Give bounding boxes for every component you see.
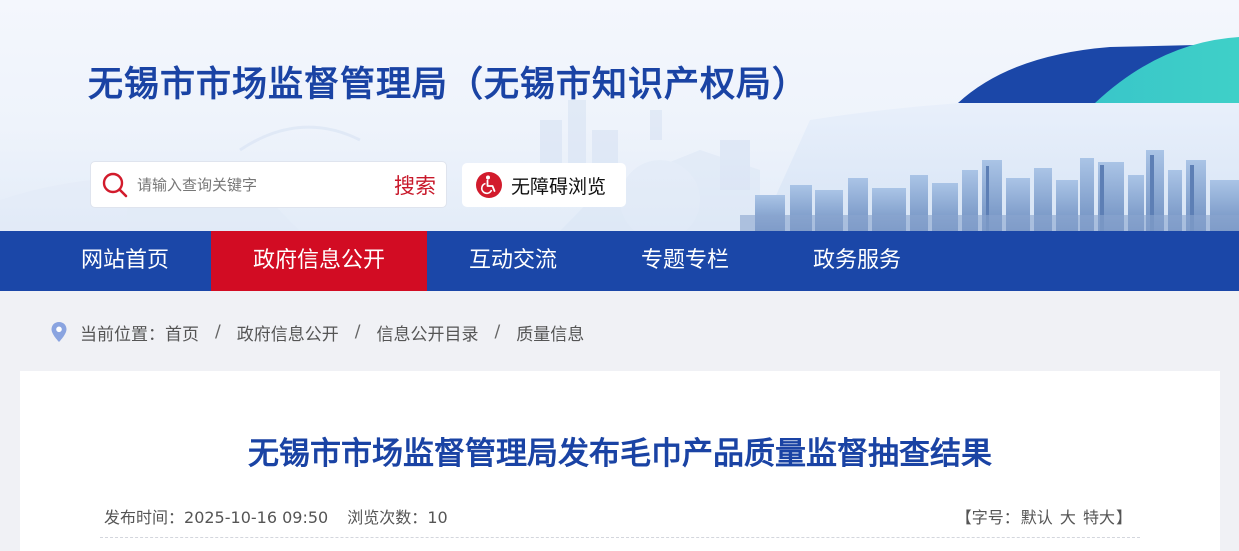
view-count-value: 10: [427, 508, 448, 527]
nav-item-gov-info[interactable]: 政府信息公开: [211, 231, 427, 291]
breadcrumb-separator: /: [354, 322, 361, 342]
site-header: 无锡市市场监督管理局（无锡市知识产权局） 搜索 无障碍浏览: [0, 0, 1239, 231]
font-size-close-bracket: 】: [1115, 508, 1132, 527]
search-button[interactable]: 搜索: [394, 170, 436, 200]
nav-item-home[interactable]: 网站首页: [40, 231, 210, 291]
breadcrumb-separator: /: [215, 322, 221, 342]
wheelchair-icon: [476, 172, 502, 198]
search-box: 搜索: [90, 161, 447, 208]
main-nav: 网站首页 政府信息公开 互动交流 专题专栏 政务服务: [0, 231, 1239, 291]
article-meta: 发布时间：2025-10-16 09:50 浏览次数：10: [104, 504, 462, 528]
breadcrumb-home[interactable]: 首页: [165, 320, 199, 345]
font-size-label: 字号：: [971, 508, 1020, 527]
nav-item-special-topics[interactable]: 专题专栏: [599, 231, 771, 291]
breadcrumb-info-catalog[interactable]: 信息公开目录: [376, 320, 478, 345]
site-title: 无锡市市场监督管理局（无锡市知识产权局）: [88, 65, 809, 105]
publish-time-value: 2025-10-16 09:50: [184, 508, 329, 527]
search-icon: [102, 172, 128, 198]
font-size-extra-large[interactable]: 特大: [1083, 508, 1115, 527]
breadcrumb: 当前位置： 首页 / 政府信息公开 / 信息公开目录 / 质量信息: [50, 318, 584, 346]
font-size-default[interactable]: 默认: [1021, 508, 1053, 527]
breadcrumb-separator: /: [494, 322, 501, 342]
font-size-open-bracket: 【: [955, 508, 972, 527]
publish-time-label: 发布时间：: [104, 508, 185, 527]
breadcrumb-gov-info[interactable]: 政府信息公开: [237, 320, 339, 345]
accessibility-button[interactable]: 无障碍浏览: [462, 163, 626, 207]
view-count-label: 浏览次数：: [347, 508, 428, 527]
view-count: 浏览次数：10: [347, 508, 447, 527]
publish-time: 发布时间：2025-10-16 09:50: [104, 508, 328, 527]
breadcrumb-prefix: 当前位置：: [80, 324, 165, 345]
font-size-switcher: 【字号：默认 大 特大】: [956, 504, 1132, 528]
breadcrumb-quality-info[interactable]: 质量信息: [516, 320, 584, 345]
nav-item-services[interactable]: 政务服务: [771, 231, 943, 291]
article-card: 无锡市市场监督管理局发布毛巾产品质量监督抽查结果 发布时间：2025-10-16…: [20, 371, 1220, 551]
nav-item-interaction[interactable]: 互动交流: [427, 231, 599, 291]
accessibility-label: 无障碍浏览: [511, 175, 607, 198]
meta-divider: [100, 537, 1140, 538]
location-pin-icon: [51, 322, 67, 342]
search-input[interactable]: [137, 172, 377, 198]
article-title: 无锡市市场监督管理局发布毛巾产品质量监督抽查结果: [248, 436, 992, 472]
font-size-large[interactable]: 大: [1060, 508, 1076, 527]
